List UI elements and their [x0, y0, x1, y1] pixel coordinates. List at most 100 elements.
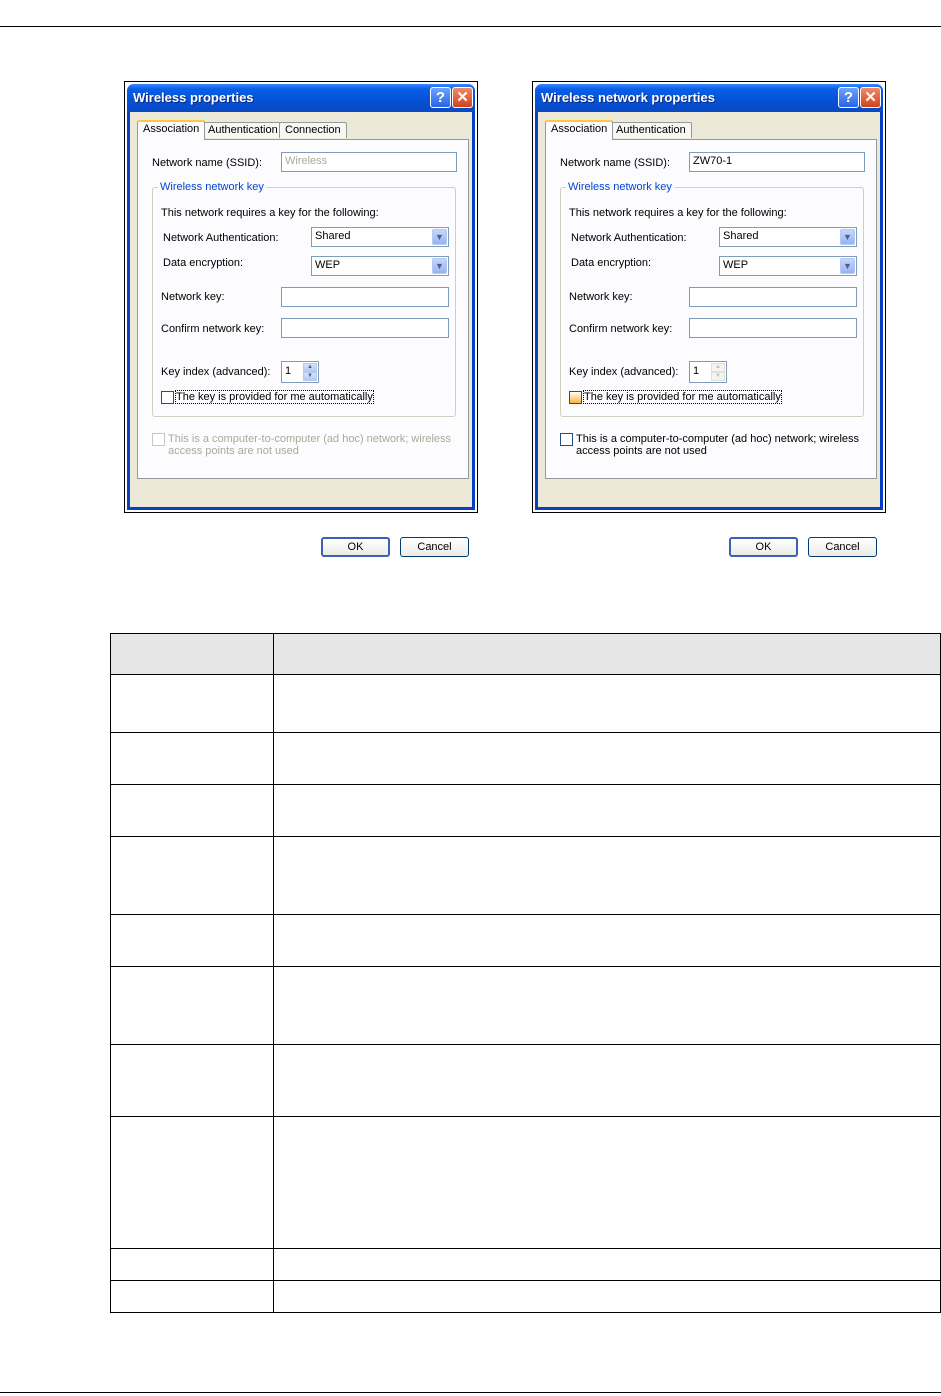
dialog-client: Association Authentication Network name … — [538, 112, 880, 507]
table-cell — [273, 1280, 941, 1313]
confirm-key-label: Confirm network key: — [569, 323, 673, 335]
spinner-buttons: ▲ ▼ — [711, 363, 725, 381]
table-row — [110, 836, 941, 915]
group-label: Wireless network key — [158, 181, 266, 193]
close-icon[interactable]: ✕ — [860, 87, 881, 108]
table-cell — [110, 732, 274, 785]
network-key-label: Network key: — [569, 291, 633, 303]
auth-select-value: Shared — [315, 230, 351, 242]
page-top-rule — [0, 26, 941, 27]
auto-key-label[interactable]: The key is provided for me automatically — [583, 390, 782, 404]
adhoc-label-line1: This is a computer-to-computer (ad hoc) … — [168, 433, 452, 445]
association-panel: Network name (SSID): ZW70-1 Wireless net… — [545, 139, 877, 479]
table-cell — [273, 1116, 941, 1249]
encryption-select-value: WEP — [723, 259, 749, 271]
table-cell — [110, 914, 274, 967]
confirm-key-input[interactable] — [689, 318, 857, 338]
close-icon[interactable]: ✕ — [452, 87, 473, 108]
tab-association[interactable]: Association — [545, 120, 614, 140]
auth-select[interactable]: Shared ▼ — [719, 227, 857, 247]
cancel-button[interactable]: Cancel — [400, 537, 469, 557]
table-cell — [273, 836, 941, 915]
adhoc-checkbox[interactable] — [560, 433, 573, 446]
auth-select-value: Shared — [723, 230, 759, 242]
cancel-button[interactable]: Cancel — [808, 537, 877, 557]
ssid-input[interactable]: ZW70-1 — [689, 152, 865, 172]
table-row — [110, 674, 941, 733]
window-title: Wireless network properties — [541, 90, 715, 105]
adhoc-label-line2: access points are not used — [168, 445, 299, 457]
key-index-label: Key index (advanced): — [161, 366, 271, 378]
key-index-label: Key index (advanced): — [569, 366, 679, 378]
auth-label: Network Authentication: — [163, 232, 279, 244]
key-intro-text: This network requires a key for the foll… — [569, 207, 787, 219]
table-header-cell — [273, 633, 941, 675]
window-frame: Wireless properties ? ✕ Association Auth… — [127, 84, 475, 510]
table-row — [110, 966, 941, 1045]
chevron-down-icon[interactable]: ▼ — [840, 229, 855, 245]
auto-key-checkbox[interactable] — [569, 391, 582, 404]
auto-key-label[interactable]: The key is provided for me automatically — [175, 390, 374, 404]
spin-down-icon[interactable]: ▼ — [303, 372, 317, 381]
wireless-network-properties-dialog: Wireless network properties ? ✕ Associat… — [532, 81, 886, 557]
table-cell — [110, 966, 274, 1045]
table-cell — [110, 1248, 274, 1281]
adhoc-checkbox[interactable] — [152, 433, 165, 446]
spin-down-icon[interactable]: ▼ — [711, 372, 725, 381]
chevron-down-icon[interactable]: ▼ — [840, 258, 855, 274]
key-index-value: 1 — [693, 365, 700, 377]
table-row — [110, 1116, 941, 1249]
spinner-buttons: ▲ ▼ — [303, 363, 317, 381]
tab-association[interactable]: Association — [137, 120, 206, 140]
table-cell — [273, 732, 941, 785]
encryption-select[interactable]: WEP ▼ — [311, 256, 449, 276]
chevron-down-icon[interactable]: ▼ — [432, 229, 447, 245]
page-bottom-rule — [0, 1392, 941, 1393]
table-cell — [273, 784, 941, 837]
chevron-down-icon[interactable]: ▼ — [432, 258, 447, 274]
encryption-select[interactable]: WEP ▼ — [719, 256, 857, 276]
table-cell — [110, 674, 274, 733]
tab-authentication[interactable]: Authentication — [610, 122, 692, 138]
network-key-input[interactable] — [689, 287, 857, 307]
encryption-label: Data encryption: — [163, 257, 244, 269]
group-label: Wireless network key — [566, 181, 674, 193]
table-cell — [110, 784, 274, 837]
table-cell — [273, 966, 941, 1045]
confirm-key-input[interactable] — [281, 318, 449, 338]
ok-button[interactable]: OK — [321, 537, 390, 557]
auth-label: Network Authentication: — [571, 232, 687, 244]
table-cell — [273, 674, 941, 733]
title-bar[interactable]: Wireless network properties ? ✕ — [535, 84, 883, 112]
table-cell — [273, 914, 941, 967]
table-row — [110, 914, 941, 967]
ssid-label: Network name (SSID): — [152, 157, 263, 169]
key-index-spinner[interactable]: 1 ▲ ▼ — [281, 361, 319, 383]
ok-button[interactable]: OK — [729, 537, 798, 557]
table-cell — [273, 1044, 941, 1117]
table-row — [110, 1280, 941, 1313]
auto-key-checkbox[interactable] — [161, 391, 174, 404]
title-bar[interactable]: Wireless properties ? ✕ — [127, 84, 475, 112]
adhoc-label-line1: This is a computer-to-computer (ad hoc) … — [576, 433, 860, 445]
table-row — [110, 1248, 941, 1281]
key-index-spinner[interactable]: 1 ▲ ▼ — [689, 361, 727, 383]
encryption-label: Data encryption: — [571, 257, 652, 269]
network-key-input[interactable] — [281, 287, 449, 307]
key-intro-text: This network requires a key for the foll… — [161, 207, 379, 219]
key-index-value: 1 — [285, 365, 292, 377]
table-cell — [110, 1044, 274, 1117]
tab-authentication[interactable]: Authentication — [202, 122, 284, 138]
help-icon[interactable]: ? — [838, 87, 859, 108]
spin-up-icon[interactable]: ▲ — [303, 363, 317, 372]
auth-select[interactable]: Shared ▼ — [311, 227, 449, 247]
network-key-label: Network key: — [161, 291, 225, 303]
ssid-input[interactable]: Wireless — [281, 152, 457, 172]
table-row — [110, 784, 941, 837]
ssid-label: Network name (SSID): — [560, 157, 671, 169]
tab-connection[interactable]: Connection — [279, 122, 347, 138]
help-icon[interactable]: ? — [430, 87, 451, 108]
confirm-key-label: Confirm network key: — [161, 323, 265, 335]
spin-up-icon[interactable]: ▲ — [711, 363, 725, 372]
field-description-table — [110, 633, 941, 1313]
